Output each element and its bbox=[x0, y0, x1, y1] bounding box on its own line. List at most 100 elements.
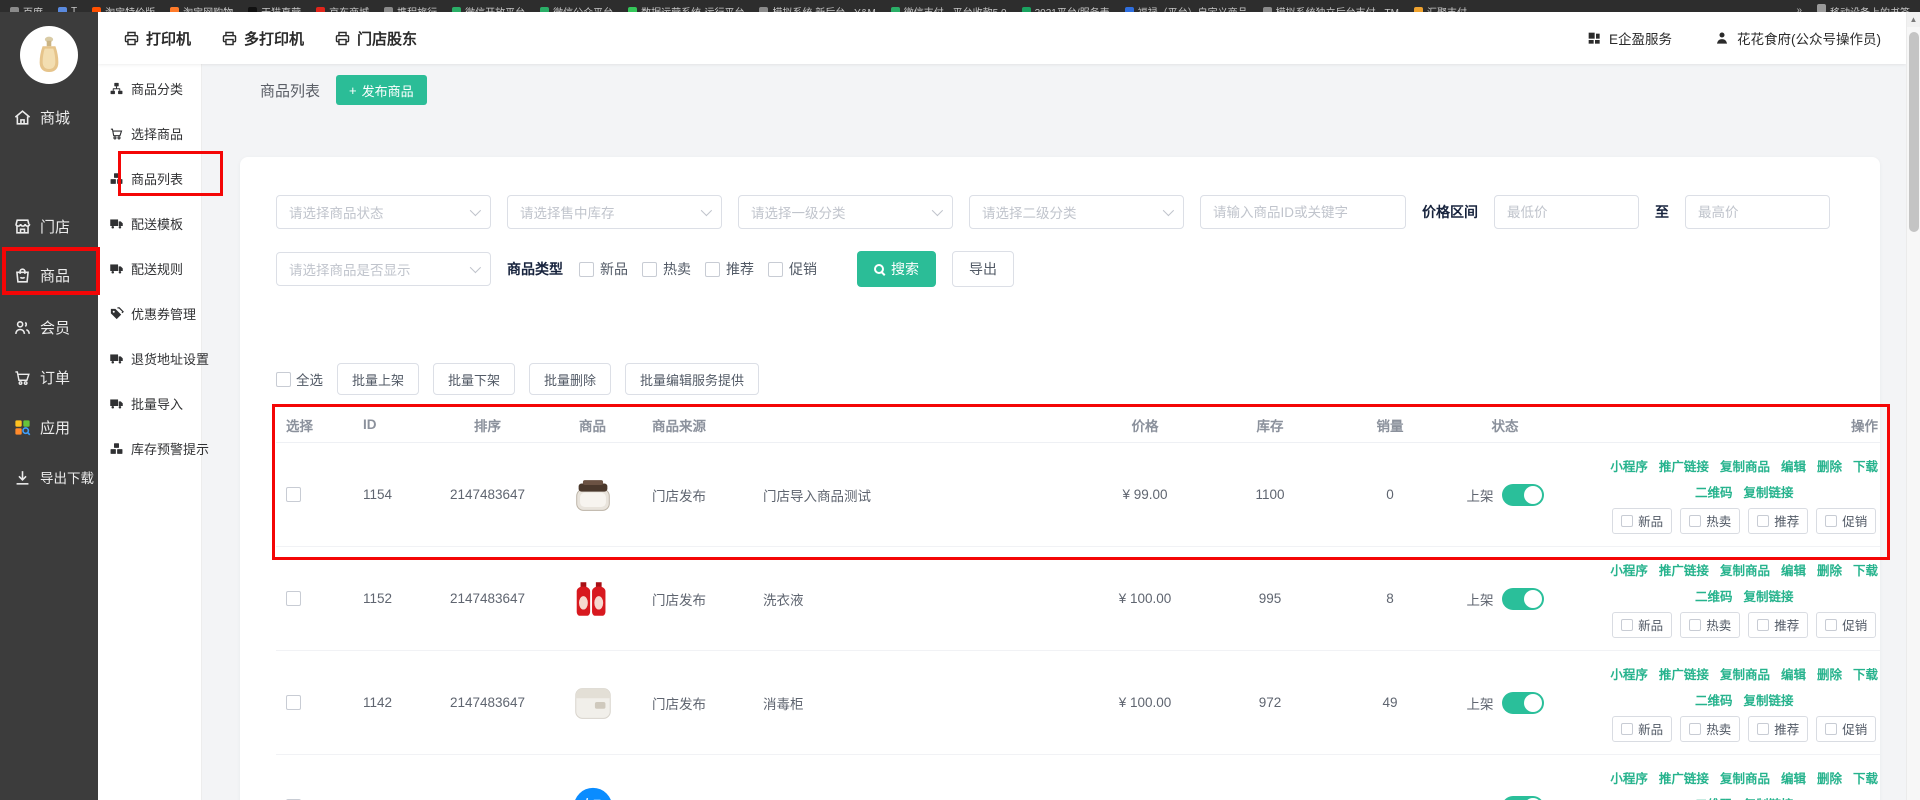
op-mini-program-link[interactable]: 小程序 bbox=[1610, 768, 1648, 787]
publish-product-button[interactable]: + 发布商品 bbox=[336, 75, 427, 105]
op-promo-link-link[interactable]: 推广链接 bbox=[1659, 560, 1709, 579]
row-type-checkbox-recommend[interactable]: 推荐 bbox=[1748, 716, 1808, 742]
submenu-item-select-product[interactable]: 选择商品 bbox=[98, 111, 201, 156]
op-delete-link[interactable]: 删除 bbox=[1817, 456, 1842, 475]
filter-select-3[interactable]: 请选择一级分类 bbox=[738, 195, 953, 229]
status-toggle[interactable] bbox=[1502, 588, 1544, 610]
bookmark-item[interactable]: 模拟系统 新后台 - Y&M bbox=[759, 4, 875, 13]
status-toggle[interactable] bbox=[1502, 692, 1544, 714]
sidebar-item-order[interactable]: 订单 bbox=[0, 355, 98, 399]
op-copy-link-link[interactable]: 复制链接 bbox=[1743, 794, 1793, 800]
device-bookmarks[interactable]: 移动设备上的书签 bbox=[1817, 4, 1910, 13]
row-type-checkbox-new[interactable]: 新品 bbox=[1612, 508, 1672, 534]
batch-edit-service-button[interactable]: 批量编辑服务提供 bbox=[625, 363, 759, 395]
type-checkbox-recommend[interactable]: 推荐 bbox=[705, 259, 754, 279]
op-copy-product-link[interactable]: 复制商品 bbox=[1720, 456, 1770, 475]
row-type-checkbox-new[interactable]: 新品 bbox=[1612, 612, 1672, 638]
sidebar-item-mall[interactable]: 商城 bbox=[0, 95, 98, 139]
bookmark-item[interactable]: 2021平台/服务表 bbox=[1022, 4, 1110, 13]
submenu-item-delivery-rules[interactable]: 配送规则 bbox=[98, 246, 201, 291]
op-download-link[interactable]: 下载 bbox=[1853, 456, 1878, 475]
row-type-checkbox-hot[interactable]: 热卖 bbox=[1680, 612, 1740, 638]
op-copy-product-link[interactable]: 复制商品 bbox=[1720, 560, 1770, 579]
submenu-item-delivery-template[interactable]: 配送模板 bbox=[98, 201, 201, 246]
sidebar-item-store[interactable]: 门店 bbox=[0, 204, 98, 248]
filter-select-2[interactable]: 请选择售中库存 bbox=[507, 195, 722, 229]
bookmark-item[interactable]: T bbox=[58, 6, 77, 13]
op-qrcode-link[interactable]: 二维码 bbox=[1695, 690, 1733, 709]
bookmark-item[interactable]: 天猫直营 bbox=[248, 4, 301, 13]
bookmark-item[interactable]: 京东商城 bbox=[316, 4, 369, 13]
keyword-input[interactable] bbox=[1200, 195, 1406, 229]
op-qrcode-link[interactable]: 二维码 bbox=[1695, 482, 1733, 501]
op-qrcode-link[interactable]: 二维码 bbox=[1695, 586, 1733, 605]
submenu-item-batch-import[interactable]: 批量导入 bbox=[98, 381, 201, 426]
type-checkbox-promo[interactable]: 促销 bbox=[768, 259, 817, 279]
type-checkbox-hot[interactable]: 热卖 bbox=[642, 259, 691, 279]
row-type-checkbox-recommend[interactable]: 推荐 bbox=[1748, 508, 1808, 534]
max-price-input[interactable] bbox=[1685, 195, 1830, 229]
op-edit-link[interactable]: 编辑 bbox=[1781, 456, 1806, 475]
filter-select-4[interactable]: 请选择二级分类 bbox=[969, 195, 1184, 229]
filter-select-display[interactable]: 请选择商品是否显示 bbox=[276, 252, 491, 286]
bookmark-item[interactable]: 微信公众平台 bbox=[540, 4, 613, 13]
bookmark-item[interactable]: 微信开放平台 bbox=[452, 4, 525, 13]
scrollbar-thumb[interactable] bbox=[1909, 32, 1919, 232]
batch-delete-button[interactable]: 批量删除 bbox=[529, 363, 611, 395]
bookmark-item[interactable]: 福禄（平台）自定义商品 bbox=[1125, 4, 1248, 13]
bookmark-item[interactable]: 数据运营系统·运行平台 bbox=[628, 4, 744, 13]
op-qrcode-link[interactable]: 二维码 bbox=[1695, 794, 1733, 800]
row-type-checkbox-hot[interactable]: 热卖 bbox=[1680, 508, 1740, 534]
sidebar-item-export-download[interactable]: 导出下载 bbox=[0, 455, 98, 499]
min-price-input[interactable] bbox=[1494, 195, 1639, 229]
submenu-item-coupon-management[interactable]: 优惠券管理 bbox=[98, 291, 201, 336]
submenu-item-stock-warning[interactable]: 库存预警提示 bbox=[98, 426, 201, 471]
bookmarks-overflow-chevron[interactable]: » bbox=[1796, 5, 1802, 13]
op-copy-link-link[interactable]: 复制链接 bbox=[1743, 482, 1793, 501]
op-delete-link[interactable]: 删除 bbox=[1817, 664, 1842, 683]
batch-off-shelf-button[interactable]: 批量下架 bbox=[433, 363, 515, 395]
printer-button[interactable]: 打印机 bbox=[123, 28, 191, 49]
service-center-button[interactable]: E企盈服务 bbox=[1586, 28, 1672, 48]
row-checkbox[interactable] bbox=[286, 591, 301, 606]
bookmark-item[interactable]: 微信支付 - 平台收款5.0 bbox=[891, 4, 1007, 13]
row-type-checkbox-hot[interactable]: 热卖 bbox=[1680, 716, 1740, 742]
bookmark-item[interactable]: 淘宝网购物 bbox=[170, 4, 233, 13]
status-toggle[interactable] bbox=[1502, 796, 1544, 800]
op-mini-program-link[interactable]: 小程序 bbox=[1610, 560, 1648, 579]
op-copy-product-link[interactable]: 复制商品 bbox=[1720, 664, 1770, 683]
store-shareholder-button[interactable]: 门店股东 bbox=[334, 28, 417, 49]
search-button[interactable]: 搜索 bbox=[857, 251, 936, 287]
bookmark-item[interactable]: 淘宝特价版 bbox=[92, 4, 155, 13]
row-type-checkbox-promo[interactable]: 促销 bbox=[1816, 612, 1876, 638]
account-menu[interactable]: 花花食府(公众号操作员) bbox=[1714, 28, 1881, 48]
op-mini-program-link[interactable]: 小程序 bbox=[1610, 664, 1648, 683]
type-checkbox-new[interactable]: 新品 bbox=[579, 259, 628, 279]
op-edit-link[interactable]: 编辑 bbox=[1781, 768, 1806, 787]
op-promo-link-link[interactable]: 推广链接 bbox=[1659, 456, 1709, 475]
multi-printer-button[interactable]: 多打印机 bbox=[221, 28, 304, 49]
bookmark-item[interactable]: 汇聚支付 bbox=[1414, 4, 1467, 13]
op-mini-program-link[interactable]: 小程序 bbox=[1610, 456, 1648, 475]
sidebar-item-member[interactable]: 会员 bbox=[0, 305, 98, 349]
status-toggle[interactable] bbox=[1502, 484, 1544, 506]
row-type-checkbox-recommend[interactable]: 推荐 bbox=[1748, 612, 1808, 638]
bookmark-item[interactable]: 百度 bbox=[10, 4, 43, 13]
op-copy-link-link[interactable]: 复制链接 bbox=[1743, 586, 1793, 605]
row-type-checkbox-promo[interactable]: 促销 bbox=[1816, 508, 1876, 534]
bookmark-item[interactable]: 模拟系统独立后台支付 - TM bbox=[1263, 4, 1399, 13]
bookmark-item[interactable]: 携程旅行 bbox=[384, 4, 437, 13]
row-type-checkbox-new[interactable]: 新品 bbox=[1612, 716, 1672, 742]
submenu-item-product-list[interactable]: 商品列表 bbox=[98, 156, 201, 201]
sidebar-item-product[interactable]: 商品 bbox=[0, 253, 98, 297]
scrollbar-up-arrow[interactable]: ▲ bbox=[1907, 12, 1920, 27]
op-delete-link[interactable]: 删除 bbox=[1817, 768, 1842, 787]
row-checkbox[interactable] bbox=[286, 695, 301, 710]
op-download-link[interactable]: 下载 bbox=[1853, 768, 1878, 787]
op-download-link[interactable]: 下载 bbox=[1853, 560, 1878, 579]
op-edit-link[interactable]: 编辑 bbox=[1781, 664, 1806, 683]
op-delete-link[interactable]: 删除 bbox=[1817, 560, 1842, 579]
op-promo-link-link[interactable]: 推广链接 bbox=[1659, 664, 1709, 683]
submenu-item-return-address[interactable]: 退货地址设置 bbox=[98, 336, 201, 381]
op-copy-product-link[interactable]: 复制商品 bbox=[1720, 768, 1770, 787]
